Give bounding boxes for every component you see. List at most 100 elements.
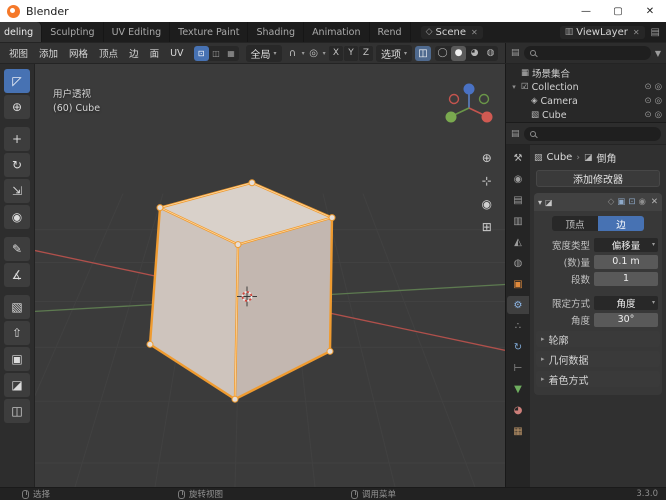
tab-output[interactable]: ▤ xyxy=(507,191,529,209)
tab-object-data[interactable]: ▼ xyxy=(507,380,529,398)
workspace-tab-animation[interactable]: Animation xyxy=(304,22,370,42)
vertex-select-mode-button[interactable]: ⊡ xyxy=(193,45,209,61)
tool-bevel[interactable]: ◪ xyxy=(4,373,30,397)
ortho-toggle-icon[interactable]: ⊞ xyxy=(482,221,492,233)
amount-value-field[interactable]: 0.1 m xyxy=(594,254,658,269)
menu-add[interactable]: 添加 xyxy=(34,44,63,62)
menu-uv[interactable]: UV xyxy=(165,46,188,61)
tool-cursor[interactable]: ⊕ xyxy=(4,95,30,119)
proportional-editing-icon[interactable]: ◎ xyxy=(306,46,322,61)
tab-scene[interactable]: ◭ xyxy=(507,233,529,251)
workspace-tab-modeling[interactable]: deling xyxy=(0,22,43,42)
width-type-dropdown[interactable]: 偏移量 ▾ xyxy=(594,237,658,252)
zoom-icon[interactable]: ⊕ xyxy=(482,152,492,164)
view-layer-selector[interactable]: ▥ ViewLayer ✕ xyxy=(559,25,645,39)
close-button[interactable]: ✕ xyxy=(634,0,666,22)
workspace-tab-uv-editing[interactable]: UV Editing xyxy=(104,22,171,42)
face-select-mode-button[interactable]: ▦ xyxy=(224,46,239,61)
maximize-button[interactable]: ▢ xyxy=(602,0,634,22)
tool-extrude[interactable]: ⇧ xyxy=(4,321,30,345)
workspace-tab-rendering[interactable]: Rend xyxy=(370,22,411,42)
cube-object[interactable] xyxy=(146,179,336,403)
navigation-gizmo[interactable] xyxy=(441,80,497,136)
shading-material-icon[interactable]: ◕ xyxy=(467,46,482,61)
menu-mesh[interactable]: 网格 xyxy=(64,44,93,62)
gizmo-z-axis[interactable] xyxy=(463,83,475,95)
modifier-panel-header[interactable]: ▾ ◪ ◇ ▣ ⊡ ◉ ✕ xyxy=(534,193,662,211)
xray-toggle-icon[interactable]: ◫ xyxy=(415,45,431,61)
tool-scale[interactable]: ⇲ xyxy=(4,179,30,203)
camera-visibility-icon[interactable]: ◎ xyxy=(655,96,662,106)
tab-modifiers[interactable]: ⚙ xyxy=(507,296,529,314)
minimize-button[interactable]: — xyxy=(570,0,602,22)
tool-transform[interactable]: ◉ xyxy=(4,205,30,229)
toggle-render-icon[interactable]: ◉ xyxy=(638,197,645,207)
tool-move[interactable]: + xyxy=(4,127,30,151)
proportional-dropdown-icon[interactable]: ▾ xyxy=(323,50,326,57)
toggle-on-cage-icon[interactable]: ◇ xyxy=(608,197,615,207)
outliner-row-collection[interactable]: ▾ ☑ Collection ⊙ ◎ xyxy=(510,80,662,94)
shading-solid-icon[interactable]: ● xyxy=(451,45,466,61)
workspace-tab-texture-paint[interactable]: Texture Paint xyxy=(170,22,249,42)
tab-texture[interactable]: ▦ xyxy=(507,422,529,440)
tool-loop-cut[interactable]: ◫ xyxy=(4,399,30,423)
toggle-edit-mode-icon[interactable]: ▣ xyxy=(617,197,625,207)
scene-clear-icon[interactable]: ✕ xyxy=(471,28,478,37)
breadcrumb-modifier[interactable]: 倒角 xyxy=(596,150,616,165)
workspace-tab-shading[interactable]: Shading xyxy=(248,22,305,42)
menu-view[interactable]: 视图 xyxy=(4,44,33,62)
affect-edges-tab[interactable]: 边 xyxy=(598,216,644,231)
add-modifier-button[interactable]: 添加修改器 xyxy=(536,170,660,187)
symmetry-x-button[interactable]: X xyxy=(328,45,343,61)
breadcrumb-object[interactable]: Cube xyxy=(547,152,573,163)
tab-particles[interactable]: ∴ xyxy=(507,317,529,335)
expand-arrow-icon[interactable]: ▾ xyxy=(510,83,518,91)
collapse-arrow-icon[interactable]: ▾ xyxy=(538,198,542,207)
pan-hand-icon[interactable]: ⊹ xyxy=(482,175,492,187)
transform-orientation-dropdown[interactable]: 全局 ▾ xyxy=(245,44,282,62)
scene-selector[interactable]: ◇ Scene ✕ xyxy=(420,25,483,39)
view-layer-clear-icon[interactable]: ✕ xyxy=(633,28,640,37)
gizmo-x-negative[interactable] xyxy=(448,93,460,105)
collection-checkbox-icon[interactable]: ☑ xyxy=(521,82,529,92)
camera-visibility-icon[interactable]: ◎ xyxy=(655,82,662,92)
tool-add-cube[interactable]: ▧ xyxy=(4,295,30,319)
outliner-editor-type-icon[interactable]: ▤ xyxy=(511,48,520,58)
gizmo-y-axis[interactable] xyxy=(445,111,457,123)
eye-visibility-icon[interactable]: ⊙ xyxy=(644,96,651,106)
tool-measure[interactable]: ∡ xyxy=(4,263,30,287)
symmetry-y-button[interactable]: Y xyxy=(343,45,358,61)
shading-rendered-icon[interactable]: ◍ xyxy=(483,46,498,61)
tab-render[interactable]: ◉ xyxy=(507,170,529,188)
limit-method-dropdown[interactable]: 角度 ▾ xyxy=(594,295,658,310)
camera-visibility-icon[interactable]: ◎ xyxy=(655,110,662,120)
tab-world[interactable]: ◍ xyxy=(507,254,529,272)
tab-physics[interactable]: ↻ xyxy=(507,338,529,356)
viewport-3d[interactable]: 用户透视 (60) Cube ⊕ ⊹ ◉ ⊞ xyxy=(35,64,505,487)
gizmo-y-negative[interactable] xyxy=(478,93,490,105)
snap-dropdown-icon[interactable]: ▾ xyxy=(302,50,305,57)
tool-rotate[interactable]: ↻ xyxy=(4,153,30,177)
menu-edge[interactable]: 边 xyxy=(124,44,144,62)
properties-search-input[interactable] xyxy=(523,126,661,141)
remove-modifier-icon[interactable]: ✕ xyxy=(651,197,658,207)
eye-visibility-icon[interactable]: ⊙ xyxy=(644,110,651,120)
outliner-row-cube[interactable]: ▧ Cube ⊙ ◎ xyxy=(520,108,662,122)
tool-annotate[interactable]: ✎ xyxy=(4,237,30,261)
menu-face[interactable]: 面 xyxy=(145,44,165,62)
tab-tool[interactable]: ⚒ xyxy=(507,149,529,167)
tab-material[interactable]: ◕ xyxy=(507,401,529,419)
workspace-tab-sculpting[interactable]: Sculpting xyxy=(42,22,104,42)
properties-editor-type-icon[interactable]: ▤ xyxy=(511,129,520,139)
options-dropdown[interactable]: 选项 ▾ xyxy=(375,44,412,62)
shading-wireframe-icon[interactable]: ◯ xyxy=(435,46,450,61)
camera-view-icon[interactable]: ◉ xyxy=(482,198,492,210)
view-layer-extra-icon[interactable]: ▤ xyxy=(651,27,660,38)
toggle-realtime-icon[interactable]: ⊡ xyxy=(628,197,635,207)
section-shading[interactable]: ▸ 着色方式 xyxy=(536,371,660,387)
section-profile[interactable]: ▸ 轮廓 xyxy=(536,331,660,347)
symmetry-z-button[interactable]: Z xyxy=(358,45,373,61)
outliner-row-scene-collection[interactable]: ▦ 场景集合 xyxy=(510,66,662,80)
viewport-canvas[interactable] xyxy=(35,64,505,487)
outliner-search-input[interactable] xyxy=(523,46,651,60)
